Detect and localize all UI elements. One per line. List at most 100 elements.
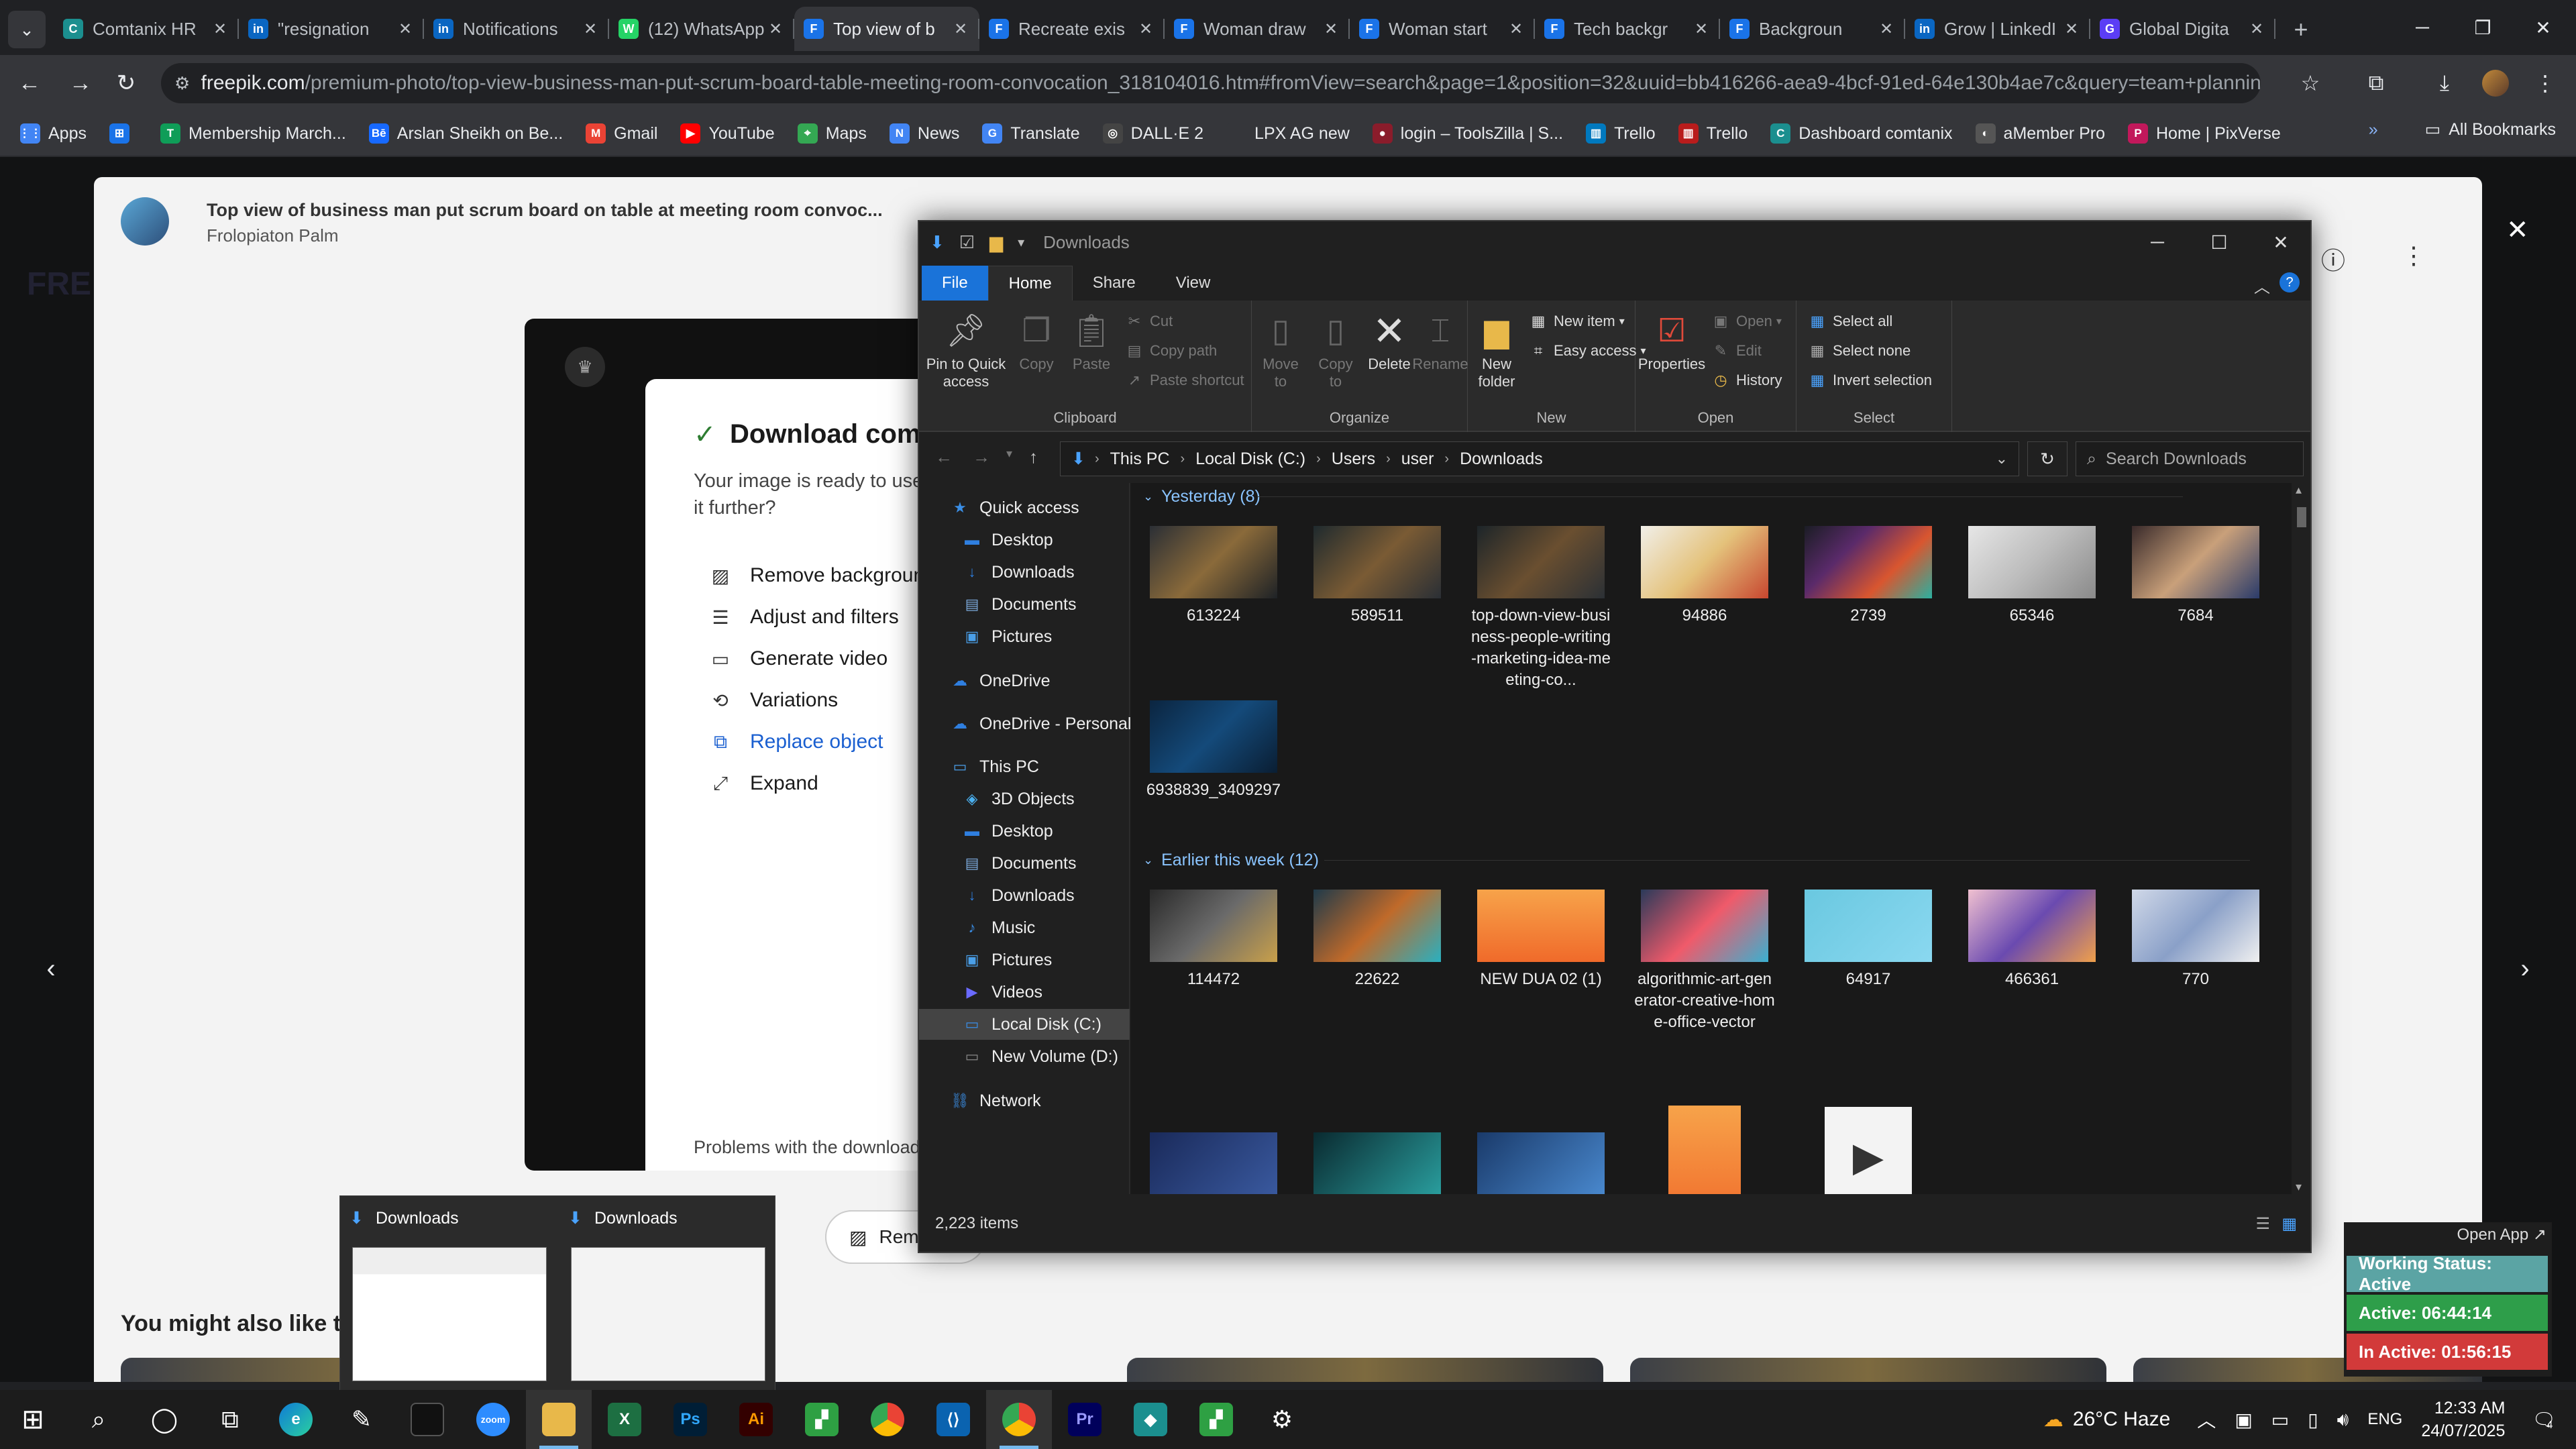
refine-option[interactable]: ▨ Remove background	[707, 564, 936, 587]
explorer-refresh-button[interactable]: ↻	[2027, 441, 2068, 476]
language-indicator[interactable]: ENG	[2367, 1410, 2402, 1429]
breadcrumb-user[interactable]: user	[1401, 449, 1434, 469]
taskbar-pen[interactable]: ✎	[329, 1390, 394, 1449]
open-app-link[interactable]: Open App ↗	[2457, 1225, 2546, 1244]
nav-item[interactable]: ▶ Videos	[961, 977, 1042, 1008]
start-button[interactable]: ⊞	[0, 1390, 66, 1449]
taskbar-chrome[interactable]	[855, 1390, 920, 1449]
scrollbar-thumb[interactable]	[2297, 507, 2306, 527]
related-thumbnail[interactable]	[1630, 1358, 2106, 1382]
nav-item[interactable]: ↓ Downloads	[961, 880, 1075, 911]
browser-tab[interactable]: C Comtanix HR ✕	[54, 7, 239, 51]
select-none-button[interactable]: ▦ Select none	[1807, 342, 1911, 360]
move-to-button[interactable]: ▯ Move to	[1256, 310, 1305, 390]
display-icon[interactable]: ▭	[2271, 1409, 2289, 1431]
previous-arrow-icon[interactable]: ‹	[31, 949, 71, 989]
next-arrow-icon[interactable]: ›	[2505, 949, 2545, 989]
nav-item[interactable]: ▣ Pictures	[961, 945, 1053, 975]
file-item[interactable]: 65346	[1962, 526, 2102, 627]
file-item[interactable]: NEW DUA 02 (1)	[1470, 890, 1611, 990]
reload-button[interactable]: ↻	[109, 66, 144, 101]
copy-button[interactable]: ❐ Copy	[1013, 310, 1060, 373]
browser-tab[interactable]: F Woman start ✕	[1350, 7, 1535, 51]
site-info-icon[interactable]: ⚙	[174, 73, 201, 94]
file-item[interactable]: 64917	[1798, 890, 1939, 990]
refine-option[interactable]: ▭ Generate video	[707, 647, 888, 670]
volume-icon[interactable]: 🔊︎	[2337, 1409, 2349, 1431]
rename-button[interactable]: ⌶ Rename	[1412, 310, 1468, 373]
file-item[interactable]: 770	[2125, 890, 2266, 990]
refine-option[interactable]: ⧉ Replace object	[707, 731, 883, 753]
tab-close-icon[interactable]: ✕	[581, 19, 600, 39]
nav-item[interactable]: ▤ Documents	[961, 848, 1077, 879]
file-item[interactable]: ▶	[1798, 1107, 1939, 1194]
taskbar-edge[interactable]: e	[263, 1390, 329, 1449]
taskbar-zoom[interactable]: zoom	[460, 1390, 526, 1449]
ribbon-tab-home[interactable]: Home	[987, 266, 1073, 301]
bookmark-item[interactable]: ◎ DALL·E 2	[1102, 123, 1203, 144]
bookmark-item[interactable]: P Home | PixVerse	[2128, 123, 2281, 144]
file-list-scrollbar[interactable]: ▴ ▾	[2292, 483, 2310, 1194]
browser-tab[interactable]: F Recreate exis ✕	[979, 7, 1165, 51]
all-bookmarks[interactable]: » ▭ All Bookmarks	[2369, 119, 2556, 140]
explorer-address-bar[interactable]: ⬇ › This PC › Local Disk (C:) › Users › use…	[1060, 441, 2019, 476]
delete-button[interactable]: ✕ Delete	[1366, 310, 1413, 373]
browser-tab[interactable]: F Woman draw ✕	[1165, 7, 1350, 51]
up-folder-icon[interactable]: ↑	[1029, 447, 1038, 468]
taskbar-chrome-2[interactable]	[986, 1390, 1052, 1449]
file-item[interactable]: top-down-view-business-people-writing-ma…	[1470, 526, 1611, 691]
browser-tab[interactable]: in "resignation ✕	[239, 7, 424, 51]
taskbar-settings[interactable]: ⚙	[1249, 1390, 1315, 1449]
extensions-icon[interactable]: ⧉	[2360, 67, 2392, 99]
tab-close-icon[interactable]: ✕	[396, 19, 415, 39]
easy-access-button[interactable]: ⌗ Easy access ▾	[1528, 342, 1646, 360]
file-item[interactable]	[1634, 1106, 1775, 1194]
nav-item[interactable]: ★ Quick access	[949, 492, 1079, 523]
cortana-button[interactable]: ◯	[131, 1390, 197, 1449]
nav-item[interactable]: ▭ New Volume (D:)	[961, 1041, 1118, 1072]
recent-locations-icon[interactable]: ▾	[1006, 447, 1012, 461]
pin-quick-access-button[interactable]: 📌︎ Pin to Quick access	[926, 310, 1006, 390]
bookmark-item[interactable]: M Gmail	[586, 123, 657, 144]
bookmark-star-icon[interactable]: ☆	[2294, 67, 2326, 99]
breadcrumb-this-pc[interactable]: This PC	[1110, 449, 1170, 469]
address-bar[interactable]: ⚙ freepik.com /premium-photo/top-view-bu…	[161, 63, 2261, 103]
browser-tab[interactable]: in Grow | LinkedI ✕	[1905, 7, 2090, 51]
file-item[interactable]: 613224	[1143, 526, 1284, 627]
preview-window-1[interactable]: ⬇ Downloads	[340, 1196, 559, 1392]
bookmark-item[interactable]: ⊞	[109, 123, 138, 144]
tab-close-icon[interactable]: ✕	[1877, 19, 1896, 39]
tab-close-icon[interactable]: ✕	[1322, 19, 1340, 39]
tab-close-icon[interactable]: ✕	[951, 19, 970, 39]
new-item-button[interactable]: ▦ New item ▾	[1528, 313, 1625, 330]
file-item[interactable]	[1307, 1132, 1448, 1194]
refine-option[interactable]: ⟲ Variations	[707, 689, 838, 712]
collapse-chevron-icon[interactable]: ⌄	[1143, 853, 1153, 867]
tab-close-icon[interactable]: ✕	[766, 19, 785, 39]
bookmark-item[interactable]: ▥ Trello	[1678, 123, 1748, 144]
network-icon[interactable]: ▯	[2308, 1409, 2318, 1431]
bookmark-item[interactable]: ▥ Trello	[1586, 123, 1656, 144]
tab-close-icon[interactable]: ✕	[2062, 19, 2081, 39]
file-item[interactable]: 94886	[1634, 526, 1775, 627]
taskbar-file-explorer[interactable]	[526, 1390, 592, 1449]
close-window-button[interactable]: ✕	[2506, 0, 2576, 55]
scroll-down-icon[interactable]: ▾	[2296, 1180, 2302, 1194]
file-item[interactable]	[1470, 1132, 1611, 1194]
related-thumbnail[interactable]	[1127, 1358, 1603, 1382]
preview-window-2[interactable]: ⬇ Downloads	[559, 1196, 777, 1392]
file-item[interactable]: 466361	[1962, 890, 2102, 990]
tray-chevron-icon[interactable]: ︿	[2197, 1406, 2216, 1433]
taskbar-terminal[interactable]	[394, 1390, 460, 1449]
paste-shortcut-button[interactable]: ↗ Paste shortcut	[1124, 372, 1244, 389]
file-item[interactable]: 2739	[1798, 526, 1939, 627]
new-tab-button[interactable]: +	[2281, 9, 2321, 50]
select-all-button[interactable]: ▦ Select all	[1807, 313, 1893, 330]
bookmark-item[interactable]: ● login – ToolsZilla | S...	[1372, 123, 1563, 144]
taskbar-vscode[interactable]: ⟨⟩	[920, 1390, 986, 1449]
refine-option[interactable]: ⤢ Expand	[707, 772, 818, 795]
browser-menu-icon[interactable]: ⋮	[2529, 67, 2561, 99]
file-item[interactable]	[1143, 1132, 1284, 1194]
profile-avatar[interactable]	[2479, 67, 2512, 99]
bookmark-item[interactable]: Bē Arslan Sheikh on Be...	[368, 123, 563, 144]
